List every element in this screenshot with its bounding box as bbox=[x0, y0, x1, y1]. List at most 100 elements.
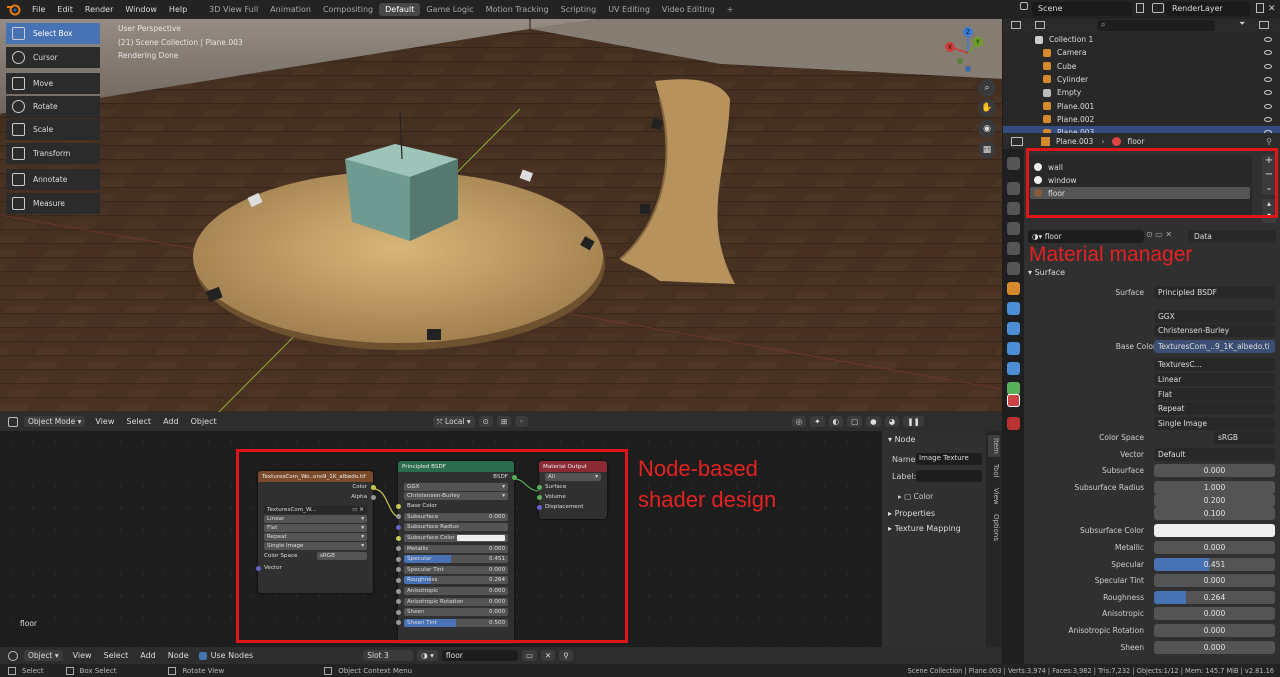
tab-options[interactable]: Options bbox=[988, 511, 1000, 544]
tool-annotate[interactable]: Annotate bbox=[6, 169, 100, 190]
prop-dropdown[interactable]: Principled BSDF bbox=[1154, 286, 1275, 299]
slot-select[interactable]: Slot 3 bbox=[363, 650, 414, 661]
prop-number-field[interactable]: 0.264 bbox=[1154, 591, 1275, 604]
node-name-field[interactable]: Image Texture bbox=[916, 453, 982, 465]
prop-dropdown[interactable]: Single Image bbox=[1154, 417, 1275, 430]
prop-dropdown[interactable]: GGX bbox=[1154, 310, 1275, 323]
tab-uv-editing[interactable]: UV Editing bbox=[602, 3, 656, 16]
eye-icon[interactable] bbox=[1264, 76, 1272, 82]
ne-menu-select[interactable]: Select bbox=[98, 651, 135, 660]
properties-panel-toggle[interactable]: ▸ Properties bbox=[888, 509, 935, 518]
eye-icon[interactable] bbox=[1264, 37, 1272, 42]
tab-view[interactable]: View bbox=[988, 485, 1000, 508]
outliner-type-icon[interactable] bbox=[1011, 21, 1021, 29]
prop-number-field[interactable]: 0.100 bbox=[1154, 507, 1275, 520]
menu-render[interactable]: Render bbox=[79, 5, 119, 14]
prop-dropdown[interactable]: sRGB bbox=[1214, 431, 1275, 444]
subsurface-color-swatch[interactable] bbox=[1154, 524, 1275, 537]
view-layer-tab-icon[interactable] bbox=[1007, 222, 1020, 235]
tool-select-box[interactable]: Select Box bbox=[6, 23, 100, 44]
tool-transform[interactable]: Transform bbox=[6, 143, 100, 164]
output-tab-icon[interactable] bbox=[1007, 202, 1020, 215]
vp-menu-add[interactable]: Add bbox=[157, 417, 185, 426]
pause-icon[interactable]: ❚❚ bbox=[903, 416, 924, 427]
prop-number-field[interactable]: 0.000 bbox=[1154, 641, 1275, 654]
eye-icon[interactable] bbox=[1264, 50, 1272, 56]
prop-number-field[interactable]: 0.000 bbox=[1154, 624, 1275, 637]
tool-measure[interactable]: Measure bbox=[6, 193, 100, 214]
tool-scale[interactable]: Scale bbox=[6, 119, 100, 140]
new-material-icon[interactable]: ✕ bbox=[541, 650, 556, 661]
fake-user-icon[interactable]: ▭ bbox=[521, 650, 537, 661]
texture-mapping-toggle[interactable]: ▸ Texture Mapping bbox=[888, 524, 961, 533]
outliner-item[interactable]: Collection 1 bbox=[1003, 33, 1280, 46]
ne-menu-node[interactable]: Node bbox=[162, 651, 195, 660]
tool-rotate[interactable]: Rotate bbox=[6, 96, 100, 117]
gizmo-icon[interactable]: ✦ bbox=[810, 416, 825, 427]
texture-tab-icon[interactable] bbox=[1007, 417, 1020, 430]
pin-icon[interactable]: ⚲ bbox=[1266, 137, 1272, 146]
link-dropdown[interactable]: Data bbox=[1188, 230, 1276, 243]
editor-type-icon[interactable] bbox=[8, 416, 18, 427]
prop-dropdown[interactable]: Linear bbox=[1154, 373, 1275, 386]
tab-animation[interactable]: Animation bbox=[264, 3, 317, 16]
prop-number-field[interactable]: 1.000 bbox=[1154, 481, 1275, 494]
menu-file[interactable]: File bbox=[26, 5, 51, 14]
tab-tool[interactable]: Tool bbox=[988, 461, 1000, 481]
tool-cursor[interactable]: Cursor bbox=[6, 47, 100, 68]
outliner-item[interactable]: Cylinder bbox=[1003, 73, 1280, 86]
camera-view-icon[interactable]: ◉ bbox=[978, 120, 996, 138]
use-nodes-checkbox[interactable] bbox=[198, 651, 207, 660]
node-panel-heading[interactable]: ▾ Node bbox=[888, 435, 915, 444]
eye-icon[interactable] bbox=[1264, 116, 1272, 122]
vp-menu-view[interactable]: View bbox=[89, 417, 120, 426]
grid-icon[interactable]: ▦ bbox=[978, 141, 996, 159]
shading-rendered-icon[interactable]: ◕ bbox=[884, 416, 900, 427]
properties-type-icon[interactable] bbox=[1011, 136, 1023, 146]
outliner-item[interactable]: Plane.001 bbox=[1003, 100, 1280, 113]
surface-panel-header[interactable]: ▾ Surface bbox=[1028, 268, 1065, 277]
new-collection-icon[interactable] bbox=[1259, 21, 1269, 29]
scene-selector[interactable]: Scene bbox=[1032, 2, 1132, 16]
node-label-field[interactable] bbox=[916, 470, 982, 482]
remove-layer-icon[interactable]: ✕ bbox=[1268, 4, 1276, 14]
ne-menu-view[interactable]: View bbox=[67, 651, 98, 660]
prop-number-field[interactable]: 0.000 bbox=[1154, 607, 1275, 620]
eye-icon[interactable] bbox=[1264, 90, 1272, 96]
filter-icon[interactable]: ⏷ bbox=[1239, 19, 1245, 29]
scene-tab-icon[interactable] bbox=[1007, 242, 1020, 255]
tab-default[interactable]: Default bbox=[379, 3, 421, 16]
navigation-gizmo[interactable]: Z Y X bbox=[940, 25, 990, 75]
constraints-tab-icon[interactable] bbox=[1007, 362, 1020, 375]
pin-icon[interactable]: ⚲ bbox=[559, 650, 573, 661]
overlay-icon[interactable]: ◐ bbox=[828, 416, 844, 427]
outliner-item[interactable]: Plane.002 bbox=[1003, 113, 1280, 126]
pivot-icon[interactable]: ⊙ bbox=[478, 416, 493, 427]
copy-scene-icon[interactable] bbox=[1136, 3, 1144, 13]
tab-item[interactable]: Item bbox=[988, 435, 1000, 457]
xray-icon[interactable]: ▢ bbox=[847, 416, 863, 427]
display-mode-icon[interactable] bbox=[1035, 21, 1045, 29]
tool-tab-icon[interactable] bbox=[1007, 157, 1020, 170]
ne-object-select[interactable]: Object ▾ bbox=[24, 650, 63, 661]
object-tab-icon[interactable] bbox=[1007, 282, 1020, 295]
3d-viewport[interactable]: Select Box Cursor Move Rotate Scale Tran… bbox=[0, 19, 1002, 431]
node-color-toggle[interactable]: ▸ ▢ Color bbox=[898, 492, 933, 501]
modifier-tab-icon[interactable] bbox=[1007, 302, 1020, 315]
prop-number-field[interactable]: 0.000 bbox=[1154, 464, 1275, 477]
prop-number-field[interactable]: 0.200 bbox=[1154, 494, 1275, 507]
physics-tab-icon[interactable] bbox=[1007, 342, 1020, 355]
tab-game-logic[interactable]: Game Logic bbox=[420, 3, 479, 16]
tab-motion-tracking[interactable]: Motion Tracking bbox=[480, 3, 555, 16]
prop-dropdown[interactable]: Flat bbox=[1154, 388, 1275, 401]
ne-menu-add[interactable]: Add bbox=[134, 651, 162, 660]
menu-window[interactable]: Window bbox=[119, 5, 163, 14]
eye-icon[interactable] bbox=[1264, 103, 1272, 109]
vp-menu-select[interactable]: Select bbox=[120, 417, 157, 426]
render-layer-selector[interactable]: RenderLayer bbox=[1166, 2, 1250, 16]
render-tab-icon[interactable] bbox=[1007, 182, 1020, 195]
material-browse-icon[interactable]: ◑ ▾ bbox=[417, 650, 438, 661]
material-datablock-field[interactable]: ◑▾ floor bbox=[1028, 230, 1144, 243]
base-color-link[interactable]: TexturesCom_..9_1K_albedo.ti bbox=[1154, 340, 1275, 353]
outliner-search-input[interactable] bbox=[1097, 20, 1215, 31]
